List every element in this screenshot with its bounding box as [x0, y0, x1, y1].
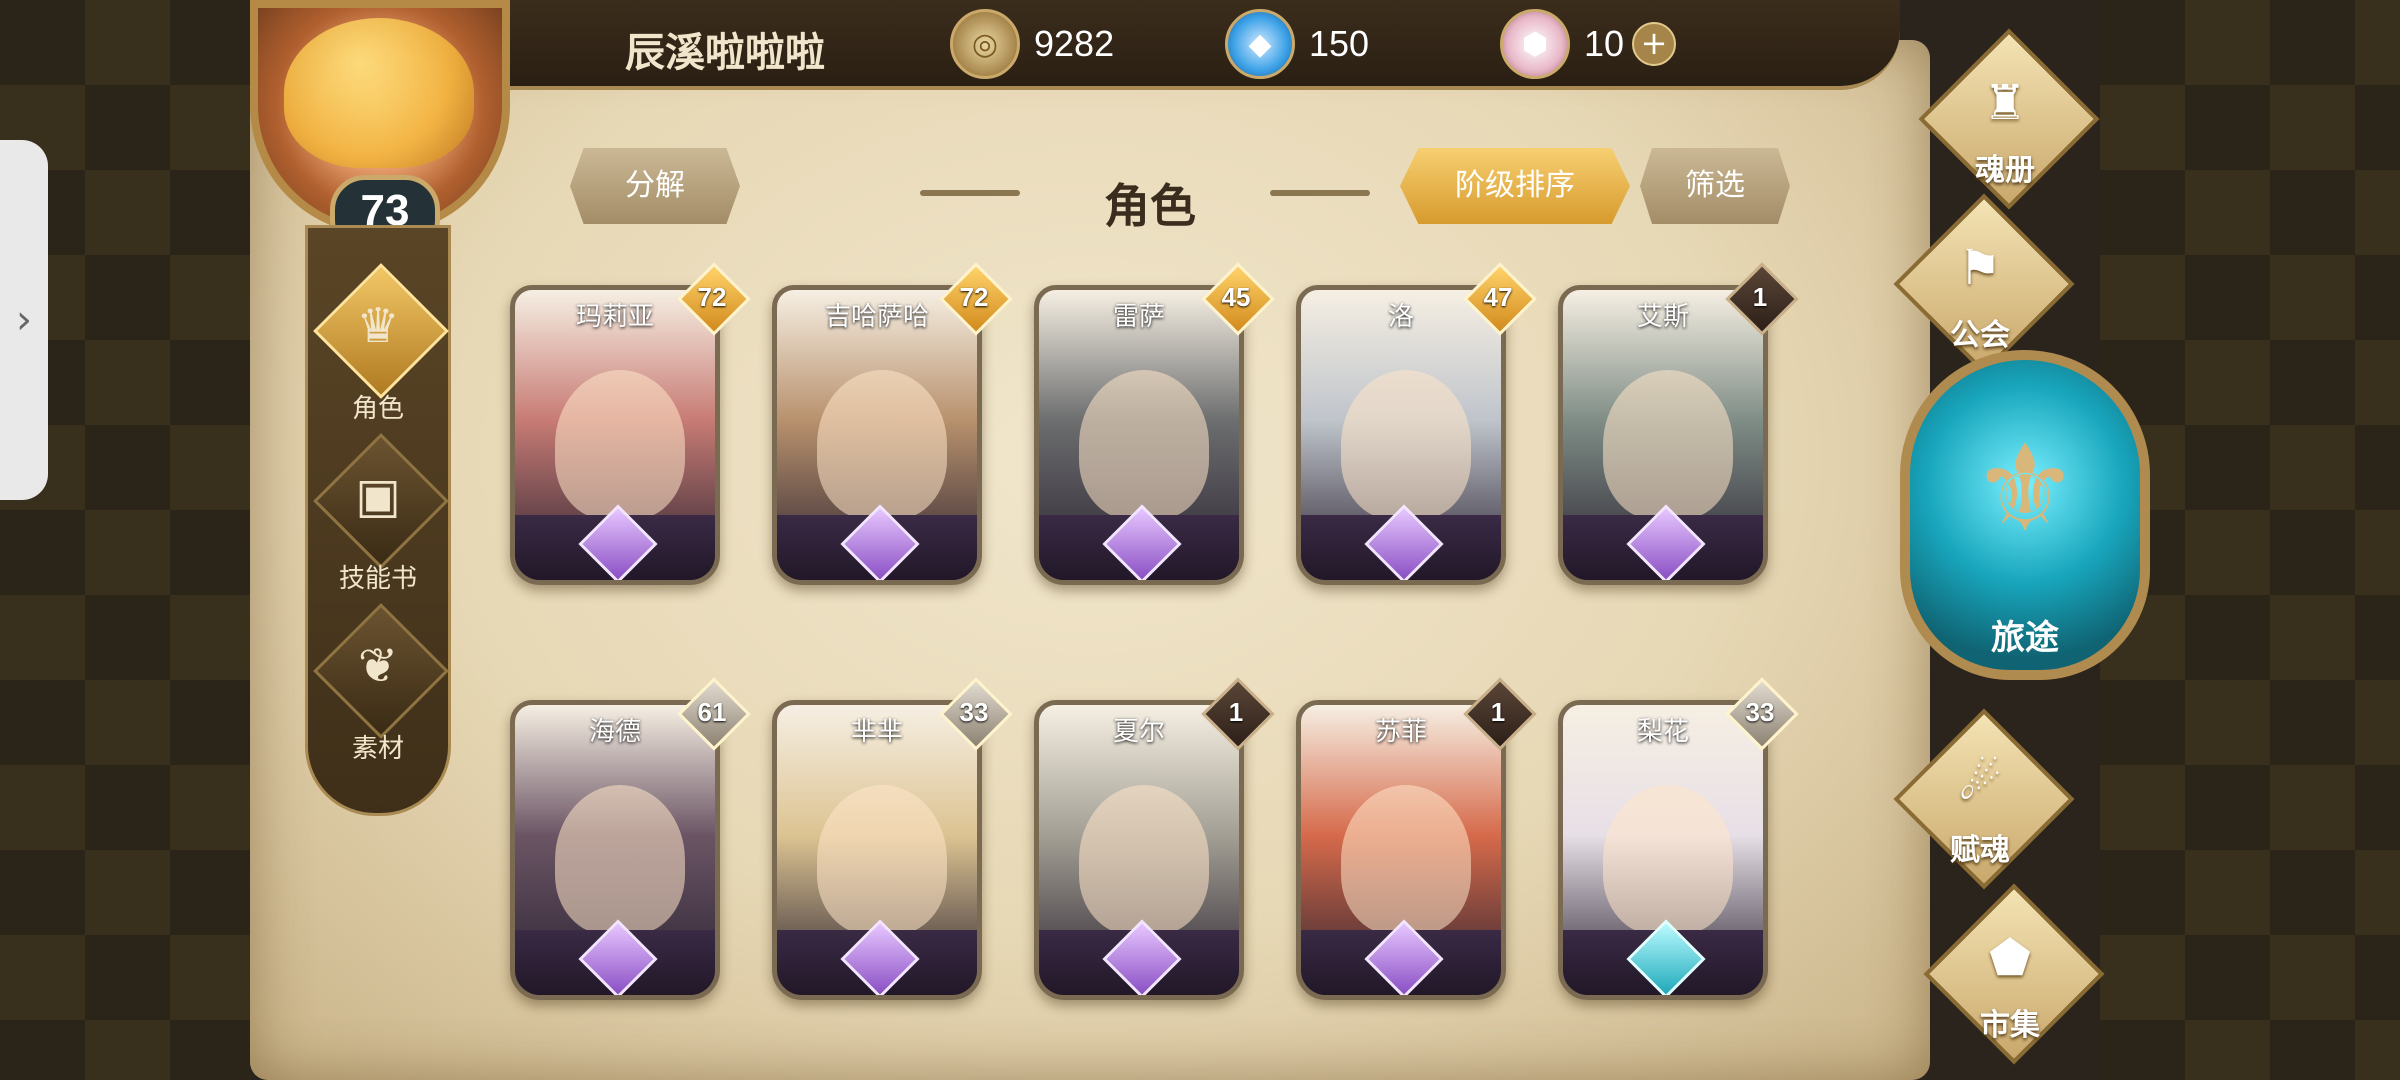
character-level-badge: 1 — [1725, 262, 1799, 336]
nav-label-material: 素材 — [351, 734, 404, 764]
character-level: 1 — [1228, 697, 1244, 727]
market-button[interactable]: ⬟ 市集 — [1910, 883, 2110, 1065]
soul-book-icon: ♜ — [1983, 75, 2027, 131]
character-level-badge: 33 — [939, 677, 1013, 751]
character-portrait — [1341, 785, 1471, 935]
nav-item-character[interactable]: ♛ 角色 — [308, 263, 449, 433]
character-card[interactable]: 玛莉亚 — [510, 285, 720, 585]
character-card[interactable]: 艾斯 — [1558, 285, 1768, 585]
character-portrait — [555, 370, 685, 520]
character-card[interactable]: 梨花 — [1558, 700, 1768, 1000]
rank-sort-button[interactable]: 阶级排序 — [1400, 148, 1630, 224]
character-level: 47 — [1483, 282, 1513, 312]
material-icon: ❦ — [357, 638, 399, 694]
character-portrait — [817, 785, 947, 935]
character-level: 1 — [1490, 697, 1506, 727]
character-level: 33 — [959, 697, 989, 727]
gem-resource: ⬢ 10 + — [1500, 9, 1677, 79]
title-ornament-left — [920, 190, 1020, 196]
character-card[interactable]: 芈芈 — [772, 700, 982, 1000]
endow-soul-button[interactable]: ☄ 赋魂 — [1880, 708, 2080, 890]
character-portrait — [1079, 785, 1209, 935]
character-portrait — [1603, 785, 1733, 935]
coin-value: 9282 — [1034, 23, 1115, 64]
character-card[interactable]: 洛 — [1296, 285, 1506, 585]
character-portrait — [555, 785, 685, 935]
character-level-badge: 47 — [1463, 262, 1537, 336]
character-level-badge: 1 — [1201, 677, 1275, 751]
flame-icon: ☄ — [1958, 755, 2002, 811]
character-portrait — [817, 370, 947, 520]
character-level: 45 — [1221, 282, 1251, 312]
endow-soul-label: 赋魂 — [1950, 833, 2010, 868]
character-card[interactable]: 夏尔 — [1034, 700, 1244, 1000]
filter-button[interactable]: 筛选 — [1640, 148, 1790, 224]
journey-emblem-icon: ⚜ — [1971, 420, 2079, 559]
avatar-portrait — [284, 18, 474, 168]
character-portrait — [1079, 370, 1209, 520]
character-card[interactable]: 吉哈萨哈 — [772, 285, 982, 585]
chevron-right-icon: › — [16, 297, 32, 343]
page-title: 角色 — [1104, 179, 1196, 233]
journey-button[interactable]: ⚜ 旅途 — [1900, 350, 2150, 680]
nav-label-character: 角色 — [351, 394, 404, 424]
nav-item-material[interactable]: ❦ 素材 — [308, 603, 449, 773]
left-nav: ♛ 角色 ▣ 技能书 ❦ 素材 — [305, 225, 451, 816]
gem-value: 10 — [1584, 23, 1625, 64]
add-gem-button[interactable]: + — [1632, 22, 1677, 66]
market-label: 市集 — [1980, 1008, 2040, 1043]
soul-book-button[interactable]: ♜ 魂册 — [1905, 28, 2105, 210]
character-portrait — [1341, 370, 1471, 520]
crystal-resource: ◆ 150 — [1225, 9, 1370, 79]
skillbook-icon: ▣ — [355, 468, 401, 524]
character-level-badge: 1 — [1463, 677, 1537, 751]
market-icon: ⬟ — [1989, 930, 2031, 986]
nav-item-skillbook[interactable]: ▣ 技能书 — [308, 433, 449, 603]
nav-label-skillbook: 技能书 — [338, 564, 417, 594]
character-level-badge: 72 — [939, 262, 1013, 336]
character-level-badge: 61 — [677, 677, 751, 751]
guild-icon: ⚑ — [1958, 240, 2002, 296]
title-ornament-right — [1270, 190, 1370, 196]
character-level: 72 — [959, 282, 989, 312]
decompose-button[interactable]: 分解 — [570, 148, 740, 224]
character-icon: ♛ — [356, 298, 400, 354]
gem-icon: ⬢ — [1500, 9, 1570, 79]
character-level: 61 — [697, 697, 727, 727]
character-level-badge: 45 — [1201, 262, 1275, 336]
guild-button[interactable]: ⚑ 公会 — [1880, 193, 2080, 375]
guild-label: 公会 — [1950, 318, 2010, 353]
coin-icon: ◎ — [950, 9, 1020, 79]
character-level-badge: 72 — [677, 262, 751, 336]
character-card[interactable]: 海德 — [510, 700, 720, 1000]
character-level: 72 — [697, 282, 727, 312]
coin-resource: ◎ 9282 — [950, 9, 1115, 79]
crystal-icon: ◆ — [1225, 9, 1295, 79]
character-level: 1 — [1752, 282, 1768, 312]
character-card[interactable]: 雷萨 — [1034, 285, 1244, 585]
character-portrait — [1603, 370, 1733, 520]
character-level: 33 — [1745, 697, 1775, 727]
journey-label: 旅途 — [1991, 618, 2059, 658]
player-name: 辰溪啦啦啦 — [625, 30, 825, 76]
character-level-badge: 33 — [1725, 677, 1799, 751]
character-card[interactable]: 苏菲 — [1296, 700, 1506, 1000]
side-panel-toggle[interactable]: › — [0, 140, 48, 500]
soul-book-label: 魂册 — [1975, 153, 2035, 188]
crystal-value: 150 — [1309, 23, 1370, 64]
